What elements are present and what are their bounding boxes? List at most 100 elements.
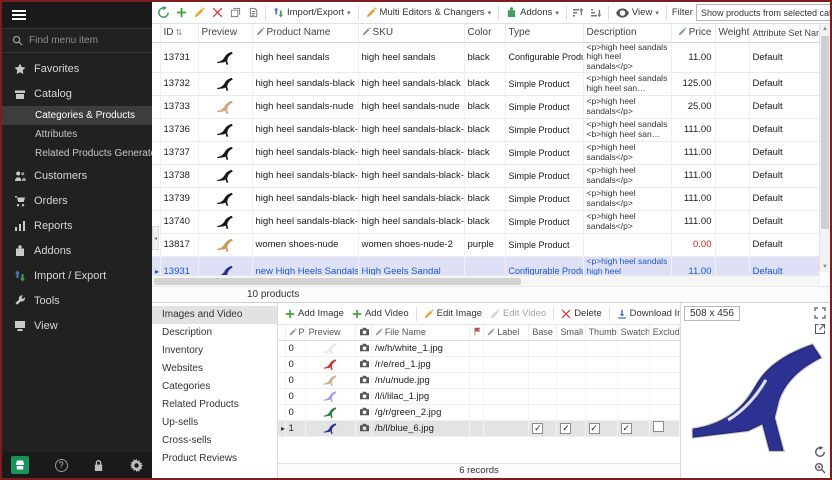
column-header-sku[interactable]: SKU (358, 24, 464, 42)
cell-swatch[interactable] (617, 404, 649, 420)
cell-base[interactable] (529, 340, 557, 356)
detail-tab[interactable]: Websites (152, 360, 277, 378)
addons-button[interactable]: Addons▾ (502, 5, 563, 20)
sidebar-item-addons[interactable]: Addons (2, 238, 152, 263)
scroll-up-icon[interactable]: ▲ (820, 26, 830, 32)
detail-tab[interactable]: Description (152, 324, 277, 342)
image-row[interactable]: ▸ 0 /w/h/white_1.jpg (278, 340, 680, 356)
fullscreen-icon[interactable] (814, 307, 826, 319)
column-header-exclude[interactable]: Exclude (649, 325, 679, 340)
detail-tab[interactable]: Cross-sells (152, 432, 277, 450)
sidebar-item-related-products-generator[interactable]: Related Products Generator (2, 144, 152, 163)
column-header-type[interactable]: Type (505, 24, 583, 42)
cell-thumbnail[interactable] (585, 404, 617, 420)
sidebar-item-tools[interactable]: Tools (2, 288, 152, 313)
refresh-icon[interactable] (155, 4, 172, 21)
menu-icon[interactable] (2, 2, 152, 28)
product-row[interactable]: ▸ 13740 high heel sandals-black-38 high … (152, 210, 819, 233)
detail-tab[interactable]: Categories (152, 378, 277, 396)
view-button[interactable]: View▾ (612, 5, 663, 20)
cell-base[interactable] (529, 404, 557, 420)
column-header-preview[interactable]: Preview (305, 325, 355, 340)
sidebar-item-favorites[interactable]: Favorites (2, 56, 152, 81)
detail-tab[interactable]: Images and Video (152, 306, 277, 324)
edit-image-button[interactable]: Edit Image (421, 306, 485, 321)
sidebar-item-attributes[interactable]: Attributes (2, 125, 152, 144)
sidebar-item-reports[interactable]: Reports (2, 213, 152, 238)
detail-tab[interactable]: Related Products (152, 396, 277, 414)
cell-swatch[interactable] (617, 372, 649, 388)
cell-thumbnail[interactable] (585, 420, 617, 436)
product-row[interactable]: ▸ 13732 high heel sandals-black high hee… (152, 72, 819, 95)
sidebar-item-categories-products[interactable]: Categories & Products (2, 106, 152, 125)
cell-base[interactable] (529, 420, 557, 436)
cell-swatch[interactable] (617, 420, 649, 436)
column-header-label[interactable]: Label (484, 325, 529, 340)
column-header-preview[interactable]: Preview (198, 24, 252, 42)
sidebar-item-customers[interactable]: Customers (2, 163, 152, 188)
sidebar-item-import-export[interactable]: Import / Export (2, 263, 152, 288)
image-row[interactable]: ▸ 0 /n/u/nude.jpg (278, 372, 680, 388)
scroll-down-icon[interactable]: ▼ (820, 264, 830, 270)
cell-small[interactable] (557, 356, 585, 372)
column-header-small[interactable]: Small (557, 325, 585, 340)
delete-image-button[interactable]: Delete (558, 306, 604, 321)
detail-tab[interactable]: Product Reviews (152, 450, 277, 468)
cell-small[interactable] (557, 388, 585, 404)
column-header-id[interactable]: ID⇅ (160, 24, 198, 42)
cell-small[interactable] (557, 340, 585, 356)
add-image-button[interactable]: Add Image (282, 306, 347, 321)
edit-icon[interactable] (191, 4, 208, 21)
cell-exclude[interactable] (649, 356, 679, 372)
column-header-camera[interactable] (355, 325, 371, 340)
image-row[interactable]: ▸ 0 /r/e/red_1.jpg (278, 356, 680, 372)
column-header-color[interactable]: Color (464, 24, 505, 42)
collapse-panel-handle[interactable]: ◂ (152, 226, 159, 250)
product-row[interactable]: ▸ 13736 high heel sandals-black-36 high … (152, 118, 819, 141)
cell-swatch[interactable] (617, 388, 649, 404)
sidebar-item-orders[interactable]: Orders (2, 188, 152, 213)
column-header-swatch[interactable]: Swatch (617, 325, 649, 340)
delete-icon[interactable] (209, 4, 226, 21)
sidebar-search-input[interactable]: Find menu item (2, 28, 152, 53)
sidebar-item-view[interactable]: View (2, 313, 152, 338)
edit-video-button[interactable]: Edit Video (487, 306, 549, 321)
cell-swatch[interactable] (617, 356, 649, 372)
scrollbar-thumb[interactable] (154, 278, 521, 285)
add-video-button[interactable]: Add Video (349, 306, 412, 321)
category-filter-select[interactable]: Show products from selected categories▾ (696, 4, 830, 21)
cell-exclude[interactable] (649, 388, 679, 404)
cell-swatch[interactable] (617, 340, 649, 356)
vertical-scrollbar[interactable]: ▲ ▼ (819, 24, 830, 272)
detail-tab[interactable]: Inventory (152, 342, 277, 360)
product-row[interactable]: ▸ 13733 high heel sandals-nude high heel… (152, 95, 819, 118)
cell-thumbnail[interactable] (585, 356, 617, 372)
column-header-file-name[interactable]: File Name (371, 325, 469, 340)
cell-small[interactable] (557, 404, 585, 420)
product-row[interactable]: ▸ 13731 high heel sandals high heel sand… (152, 42, 819, 72)
store-icon[interactable] (11, 456, 29, 474)
rotate-icon[interactable] (814, 446, 826, 458)
document-icon[interactable] (245, 4, 262, 21)
horizontal-scrollbar[interactable] (152, 275, 819, 286)
column-header-weight[interactable]: Weight (715, 24, 749, 42)
cell-exclude[interactable] (649, 372, 679, 388)
column-header-price[interactable]: Price (671, 24, 715, 42)
cell-exclude[interactable] (649, 404, 679, 420)
import-export-button[interactable]: Import/Export▾ (269, 5, 355, 20)
gear-icon[interactable] (130, 459, 143, 472)
product-row[interactable]: ▸ 13738 high heel sandals-black-37 high … (152, 164, 819, 187)
add-icon[interactable] (173, 4, 190, 21)
cell-small[interactable] (557, 420, 585, 436)
column-header-flag[interactable] (470, 325, 484, 340)
product-row[interactable]: ▸ 13737 high heel sandals-black-36 high … (152, 141, 819, 164)
cell-exclude[interactable] (649, 340, 679, 356)
image-row[interactable]: ▸ 0 /l/i/lilac_1.jpg (278, 388, 680, 404)
cell-exclude[interactable] (649, 420, 679, 436)
download-image-button[interactable]: Download Image (614, 306, 680, 321)
scrollbar-thumb[interactable] (821, 36, 829, 229)
sort-desc-icon[interactable] (588, 4, 605, 21)
detail-tab[interactable]: Up-sells (152, 414, 277, 432)
open-external-icon[interactable] (814, 323, 826, 335)
column-header-base[interactable]: Base (529, 325, 557, 340)
